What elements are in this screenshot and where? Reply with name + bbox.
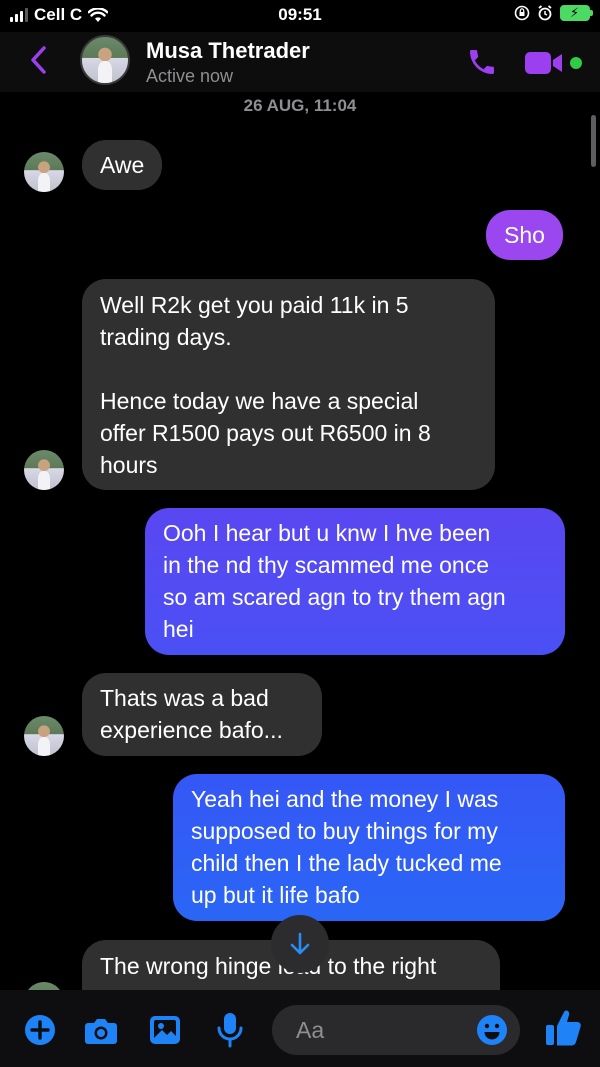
emoji-icon[interactable] bbox=[476, 1014, 508, 1046]
contact-status: Active now bbox=[146, 66, 234, 86]
sender-avatar[interactable] bbox=[24, 716, 64, 756]
online-indicator bbox=[570, 57, 582, 69]
sender-avatar[interactable] bbox=[24, 152, 64, 192]
status-bar: Cell C 09:51 ⚡ bbox=[0, 0, 600, 32]
message-bubble-incoming[interactable]: Thats was a bad experience bafo... bbox=[82, 673, 322, 756]
scroll-to-bottom-button[interactable] bbox=[271, 915, 329, 973]
arrow-down-icon bbox=[290, 932, 310, 955]
message-bubble-outgoing[interactable]: Yeah hei and the money I was supposed to… bbox=[173, 774, 565, 921]
status-right: ⚡ bbox=[514, 5, 593, 21]
phone-icon[interactable] bbox=[466, 46, 498, 78]
message-bubble-incoming[interactable]: Well R2k get you paid 11k in 5 trading d… bbox=[82, 279, 495, 490]
clock: 09:51 bbox=[278, 5, 322, 24]
video-camera-icon[interactable] bbox=[524, 50, 564, 76]
alarm-icon bbox=[538, 5, 552, 21]
scrollbar[interactable] bbox=[591, 115, 596, 167]
message-bubble-outgoing[interactable]: Ooh I hear but u knw I hve been in the n… bbox=[145, 508, 565, 655]
message-composer bbox=[0, 990, 600, 1067]
image-icon[interactable] bbox=[149, 1014, 181, 1046]
back-chevron-icon[interactable] bbox=[24, 40, 54, 80]
thumbs-up-icon[interactable] bbox=[544, 1008, 582, 1048]
contact-avatar[interactable] bbox=[80, 35, 130, 85]
microphone-icon[interactable] bbox=[216, 1012, 244, 1048]
camera-icon[interactable] bbox=[84, 1014, 118, 1046]
contact-name[interactable]: Musa Thetrader bbox=[146, 38, 310, 64]
battery-icon: ⚡ bbox=[560, 5, 593, 21]
sender-avatar[interactable] bbox=[24, 450, 64, 490]
message-bubble-incoming[interactable]: Awe bbox=[82, 140, 163, 190]
message-timestamp: 26 AUG, 11:04 bbox=[243, 96, 357, 115]
message-bubble-outgoing[interactable]: Sho bbox=[486, 210, 563, 260]
chat-header: Musa Thetrader Active now bbox=[0, 32, 600, 92]
rotation-lock-icon bbox=[514, 5, 530, 21]
plus-icon[interactable] bbox=[24, 1014, 56, 1046]
